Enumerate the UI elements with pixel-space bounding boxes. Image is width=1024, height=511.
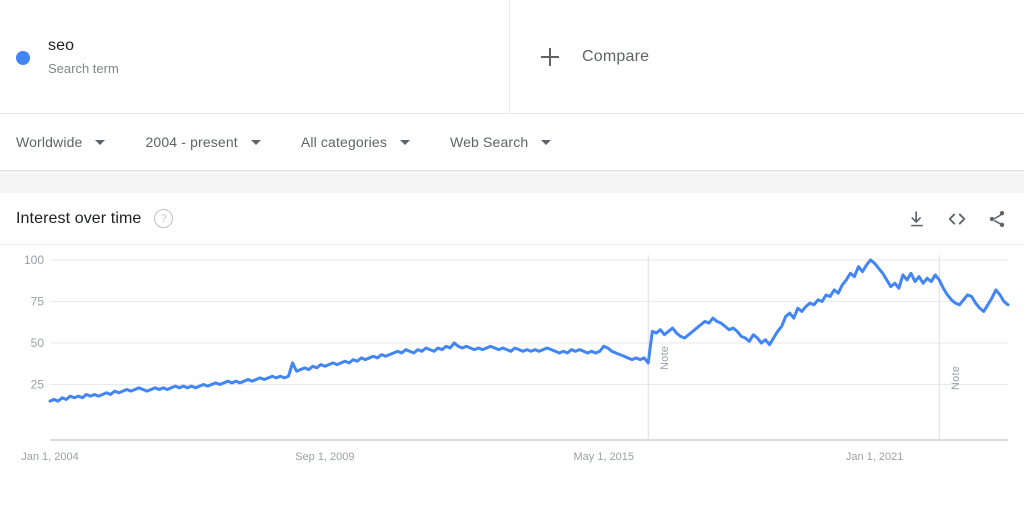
filter-category-label: All categories — [300, 134, 387, 150]
term-header: seo Search term Compare — [0, 0, 1024, 114]
card-header: Interest over time ? — [0, 193, 1024, 245]
search-term-type: Search term — [48, 60, 119, 76]
add-comparison-button[interactable]: Compare — [537, 42, 653, 72]
filter-search-type[interactable]: Web Search — [450, 130, 552, 154]
y-axis-tick-label: 75 — [31, 295, 45, 309]
chart-plot-area[interactable]: 25 50 75 100 Jan 1, 2004 Sep 1, 2009 May 1, 20… — [0, 245, 1024, 490]
interest-over-time-chart: 25 50 75 100 Jan 1, 2004 Sep 1, 2009 May 1, 20… — [21, 253, 1010, 463]
chevron-down-icon — [400, 139, 410, 145]
help-icon[interactable]: ? — [154, 209, 174, 228]
x-axis-tick-label: May 1, 2015 — [574, 451, 635, 463]
x-axis-tick-label: Jan 1, 2004 — [21, 451, 79, 463]
filter-location[interactable]: Worldwide — [16, 130, 106, 154]
term-text-group: seo Search term — [48, 35, 119, 79]
chart-series-line — [48, 258, 1010, 403]
share-icon[interactable] — [986, 208, 1008, 230]
download-icon[interactable] — [906, 208, 928, 230]
embed-icon[interactable] — [946, 208, 968, 230]
compare-cell: Compare — [510, 0, 1024, 113]
search-term-card[interactable]: seo Search term — [0, 0, 510, 113]
filter-time-range-label: 2004 - present — [145, 134, 238, 150]
filter-time-range[interactable]: 2004 - present — [145, 130, 261, 154]
filter-bar: Worldwide 2004 - present All categories … — [0, 114, 1024, 171]
y-axis-tick-label: 25 — [31, 378, 45, 392]
series-color-dot — [16, 50, 30, 65]
chevron-down-icon — [541, 139, 552, 145]
search-term-name: seo — [48, 36, 75, 54]
interest-over-time-card: Interest over time ? 25 50 75 100 Jan 1,… — [0, 193, 1024, 490]
chart-note-label: Note — [659, 345, 672, 370]
filter-category[interactable]: All categories — [301, 130, 410, 154]
chevron-down-icon — [250, 139, 261, 145]
compare-label: Compare — [582, 47, 650, 65]
chart-note-label: Note — [950, 365, 963, 390]
y-axis-tick-label: 100 — [24, 253, 44, 267]
x-axis-tick-label: Jan 1, 2021 — [846, 451, 904, 463]
x-axis-tick-label: Sep 1, 2009 — [295, 451, 354, 463]
filter-search-type-label: Web Search — [450, 134, 529, 150]
section-gap — [0, 171, 1024, 193]
card-title: Interest over time — [16, 209, 142, 227]
chevron-down-icon — [95, 139, 106, 145]
plus-icon — [541, 47, 559, 66]
card-actions — [906, 208, 1008, 230]
filter-location-label: Worldwide — [16, 134, 83, 150]
y-axis-tick-label: 50 — [31, 336, 45, 350]
